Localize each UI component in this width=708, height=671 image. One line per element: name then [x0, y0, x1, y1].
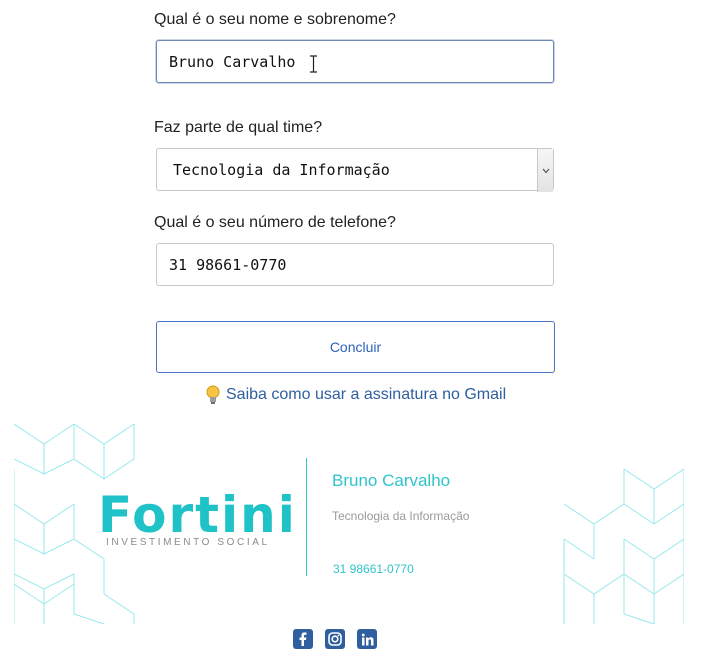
fortini-logo: Fortini [98, 486, 297, 544]
signature-phone: 31 98661-0770 [333, 562, 414, 576]
name-input[interactable]: Bruno Carvalho [156, 40, 554, 83]
name-input-value: Bruno Carvalho [169, 52, 296, 71]
submit-button[interactable]: Concluir [156, 321, 555, 373]
chevron-down-icon[interactable] [537, 149, 553, 192]
help-link[interactable]: Saiba como usar a assinatura no Gmail [205, 384, 506, 406]
phone-label: Qual é o seu número de telefone? [154, 214, 396, 231]
help-link-text: Saiba como usar a assinatura no Gmail [226, 386, 507, 403]
team-select-value: Tecnologia da Informação [173, 160, 390, 179]
phone-input[interactable]: 31 98661-0770 [156, 243, 554, 286]
name-label: Qual é o seu nome e sobrenome? [154, 11, 396, 28]
signature-team: Tecnologia da Informação [332, 509, 470, 523]
instagram-icon[interactable] [325, 629, 345, 649]
signature-name: Bruno Carvalho [332, 471, 451, 490]
team-select[interactable]: Tecnologia da Informação [156, 148, 554, 192]
signature-divider [306, 458, 307, 576]
logo-subtitle: INVESTIMENTO SOCIAL [106, 537, 270, 548]
lightbulb-icon [206, 385, 220, 404]
team-label: Faz parte de qual time? [154, 119, 323, 136]
text-cursor-icon [310, 55, 317, 73]
phone-input-value: 31 98661-0770 [169, 255, 287, 274]
facebook-icon[interactable] [293, 629, 313, 649]
linkedin-icon[interactable] [357, 629, 377, 649]
